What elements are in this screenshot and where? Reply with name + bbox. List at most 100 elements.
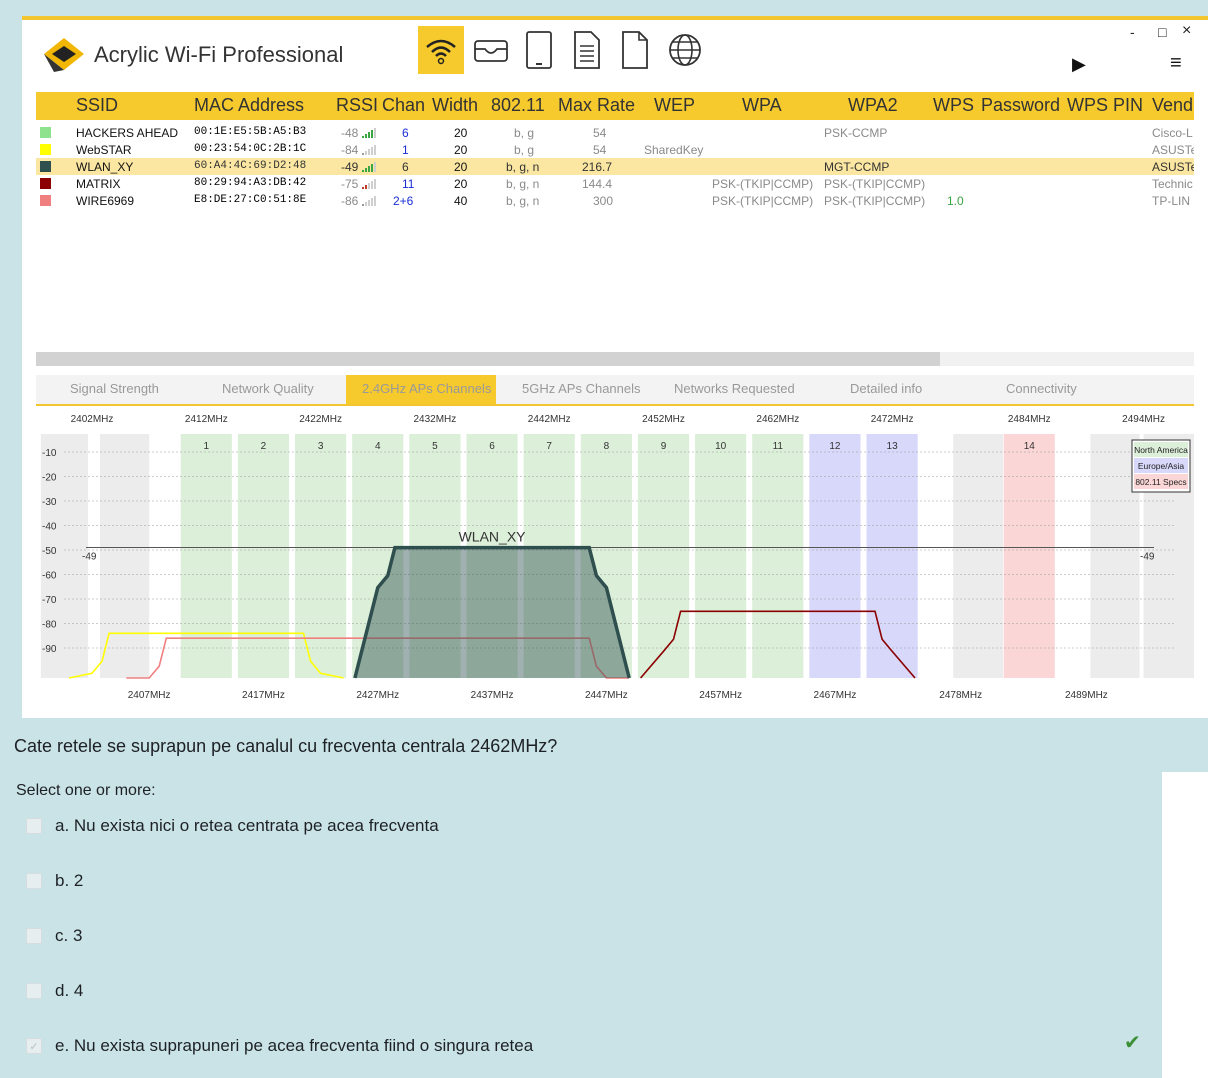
channel-label: 9 — [661, 441, 667, 452]
legend-label: North America — [1134, 445, 1188, 455]
y-tick-label: -10 — [42, 448, 57, 459]
column-header-wpa2[interactable]: WPA2 — [848, 95, 898, 116]
checkbox-c[interactable] — [26, 928, 42, 944]
column-header-wpa[interactable]: WPA — [742, 95, 782, 116]
column-header-rssi[interactable]: RSSI — [336, 95, 378, 116]
wpa-cell: PSK-(TKIP|CCMP) — [712, 177, 814, 191]
minimize-button[interactable]: - — [1130, 24, 1135, 40]
signal-bar — [374, 179, 376, 189]
table-row[interactable]: WebSTAR 00:23:54:0C:2B:1C -84 1 20 b, g 54 Shar… — [36, 141, 1194, 158]
width-cell: 40 — [454, 194, 468, 208]
horizontal-scrollbar[interactable] — [36, 352, 1194, 366]
correct-check-icon: ✔ — [1124, 1032, 1141, 1054]
wpa2-cell: PSK-(TKIP|CCMP) — [824, 194, 926, 208]
checkbox-d[interactable] — [26, 983, 42, 999]
std-cell: b, g — [514, 143, 535, 157]
option-b[interactable]: b. 2 — [26, 871, 83, 891]
tablet-icon[interactable] — [516, 26, 562, 74]
top-freq-label: 2462MHz — [756, 414, 799, 425]
vendor-cell: ASUSTe — [1152, 143, 1194, 157]
checkbox-b[interactable] — [26, 873, 42, 889]
channel-column — [809, 434, 861, 678]
channel-column — [180, 434, 232, 678]
scrollbar-thumb[interactable] — [36, 352, 940, 366]
option-b-label: b. 2 — [55, 871, 84, 890]
column-header-ssid[interactable]: SSID — [76, 95, 118, 116]
table-row[interactable]: MATRIX 80:29:94:A3:DB:42 -75 11 20 b, g, n 144… — [36, 175, 1194, 192]
maximize-button[interactable]: □ — [1158, 24, 1166, 40]
checkbox-e[interactable]: ✓ — [26, 1038, 42, 1054]
table-row[interactable]: HACKERS AHEAD 00:1E:E5:5B:A5:B3 -48 6 20 b, g… — [36, 124, 1194, 141]
channel-label: 11 — [773, 441, 784, 452]
tab-24ghz-channels[interactable]: 2.4GHz APs Channels — [362, 381, 491, 396]
globe-icon[interactable] — [662, 26, 708, 74]
chan-cell: 6 — [402, 126, 409, 140]
column-header-vendor[interactable]: Vend — [1152, 95, 1193, 116]
menu-icon[interactable]: ≡ — [1170, 52, 1182, 75]
column-header-maxrate[interactable]: Max Rate — [558, 95, 635, 116]
acrylic-logo — [44, 38, 84, 72]
rate-cell: 54 — [593, 126, 607, 140]
signal-bar — [374, 145, 376, 155]
mac-cell: 60:A4:4C:69:D2:48 — [194, 160, 307, 172]
column-header-chan[interactable]: Chan — [382, 95, 425, 116]
top-freq-label: 2472MHz — [871, 414, 914, 425]
y-tick-label: -30 — [42, 497, 57, 508]
column-header-80211[interactable]: 802.11 — [491, 95, 545, 116]
width-cell: 20 — [454, 126, 468, 140]
vendor-cell: ASUSTe — [1152, 160, 1194, 174]
signal-bar — [371, 181, 373, 189]
row-color-swatch — [40, 144, 51, 155]
vendor-cell: Technic — [1152, 177, 1193, 191]
option-a[interactable]: a. Nu exista nici o retea centrata pe ac… — [26, 816, 439, 836]
column-header-wep[interactable]: WEP — [654, 95, 695, 116]
play-icon[interactable]: ▶ — [1072, 54, 1086, 75]
bottom-freq-label: 2447MHz — [585, 690, 628, 701]
signal-bar — [371, 198, 373, 206]
wep-cell: SharedKey — [644, 143, 704, 157]
option-e[interactable]: ✓ e. Nu exista suprapuneri pe acea frecve… — [26, 1036, 533, 1056]
column-header-password[interactable]: Password — [981, 95, 1060, 116]
bottom-freq-label: 2417MHz — [242, 690, 285, 701]
document-icon[interactable] — [564, 26, 610, 74]
signal-bar — [365, 185, 367, 189]
column-header-wps[interactable]: WPS — [933, 95, 974, 116]
band-column — [953, 434, 1003, 678]
channel-column — [295, 434, 347, 678]
option-c[interactable]: c. 3 — [26, 926, 82, 946]
rate-cell: 54 — [593, 143, 607, 157]
wpa-cell: PSK-(TKIP|CCMP) — [712, 194, 814, 208]
table-row[interactable]: WIRE6969 E8:DE:27:C0:51:8E -86 2+6 40 b, g, n… — [36, 192, 1194, 209]
vendor-cell: Cisco-L — [1152, 126, 1193, 140]
option-e-label: e. Nu exista suprapuneri pe acea frecven… — [55, 1036, 534, 1055]
tab-network-quality[interactable]: Network Quality — [222, 381, 314, 396]
checkbox-a[interactable] — [26, 818, 42, 834]
tab-5ghz-channels[interactable]: 5GHz APs Channels — [522, 381, 641, 396]
signal-bar — [371, 164, 373, 172]
app-title: Acrylic Wi-Fi Professional — [94, 42, 344, 67]
wifi-icon[interactable] — [418, 26, 464, 74]
option-d[interactable]: d. 4 — [26, 981, 83, 1001]
tab-signal-strength[interactable]: Signal Strength — [70, 381, 159, 396]
inbox-icon[interactable] — [468, 26, 514, 74]
close-button[interactable]: × — [1182, 22, 1191, 40]
tab-connectivity[interactable]: Connectivity — [1006, 381, 1077, 396]
signal-bar — [362, 136, 364, 138]
tab-networks-requested[interactable]: Networks Requested — [674, 381, 795, 396]
channel-chart: 1 2 3 4 5 6 7 8 9 10 11 12 13 14-10-20-30-40-50-60-70… — [40, 414, 1194, 701]
y-tick-label: -80 — [42, 620, 57, 631]
column-header-mac[interactable]: MAC Address — [194, 95, 304, 116]
column-header-wpspin[interactable]: WPS PIN — [1067, 95, 1143, 116]
chan-cell: 2+6 — [393, 194, 414, 208]
tab-detailed-info[interactable]: Detailed info — [850, 381, 922, 396]
channel-label: 2 — [261, 441, 267, 452]
file-icon[interactable] — [612, 26, 658, 74]
top-freq-label: 2484MHz — [1008, 414, 1051, 425]
signal-bars-icon — [362, 162, 376, 172]
rate-cell: 300 — [593, 194, 614, 208]
signal-bar — [365, 151, 367, 155]
signal-bar — [368, 149, 370, 155]
mac-cell: E8:DE:27:C0:51:8E — [194, 194, 307, 206]
column-header-width[interactable]: Width — [432, 95, 478, 116]
table-row[interactable]: WLAN_XY 60:A4:4C:69:D2:48 -49 6 20 b, g, n 216… — [36, 158, 1194, 175]
